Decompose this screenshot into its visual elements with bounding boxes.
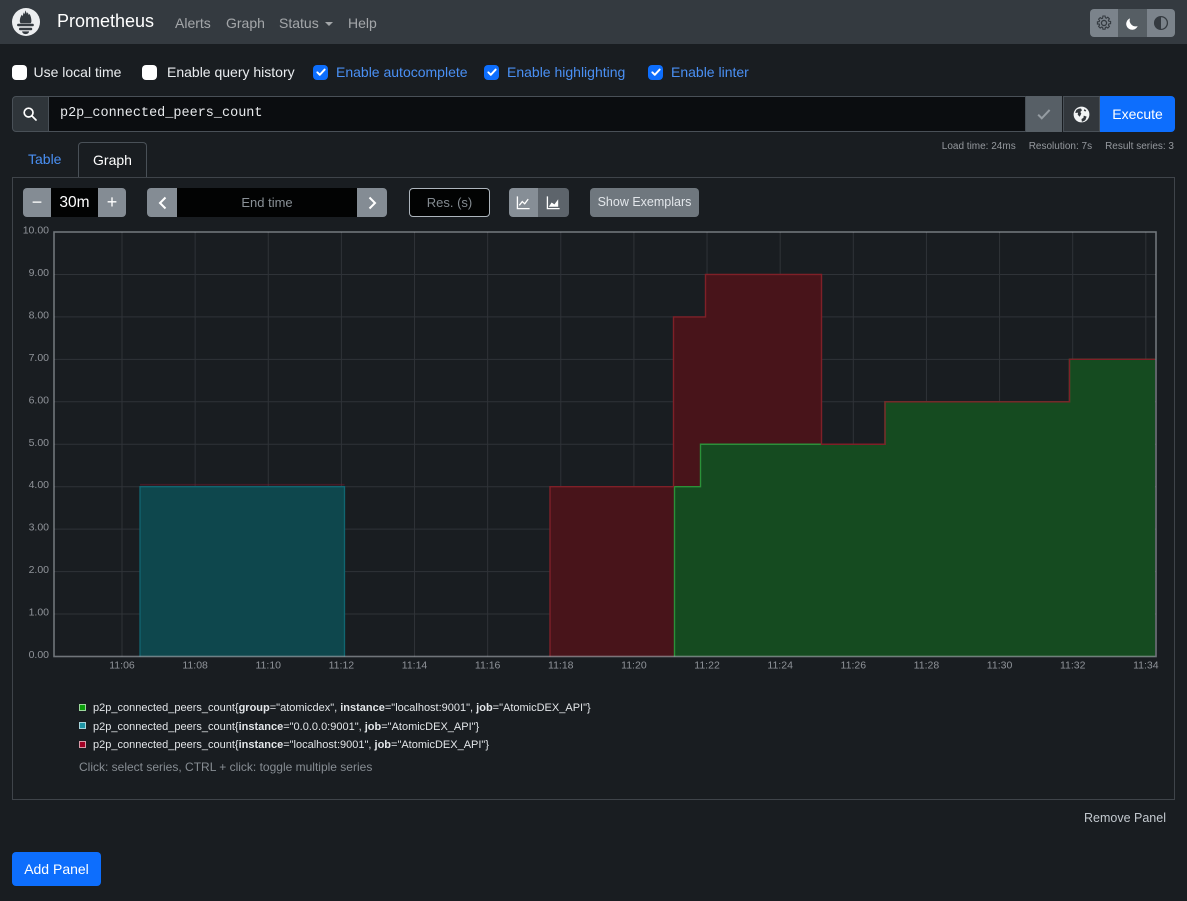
svg-text:10.00: 10.00	[23, 225, 49, 237]
svg-text:11:26: 11:26	[841, 660, 867, 672]
svg-text:11:22: 11:22	[694, 660, 720, 672]
svg-text:6.00: 6.00	[29, 394, 50, 406]
svg-text:11:24: 11:24	[767, 660, 793, 672]
svg-text:11:18: 11:18	[548, 660, 574, 672]
svg-text:11:14: 11:14	[402, 660, 428, 672]
svg-text:9.00: 9.00	[29, 267, 50, 279]
svg-text:11:28: 11:28	[914, 660, 940, 672]
svg-text:4.00: 4.00	[29, 479, 50, 491]
svg-text:11:20: 11:20	[621, 660, 647, 672]
svg-text:11:30: 11:30	[987, 660, 1013, 672]
svg-text:5.00: 5.00	[29, 437, 50, 449]
svg-text:11:10: 11:10	[256, 660, 282, 672]
svg-text:1.00: 1.00	[29, 607, 50, 619]
svg-text:8.00: 8.00	[29, 309, 50, 321]
svg-text:11:16: 11:16	[475, 660, 501, 672]
svg-text:11:32: 11:32	[1060, 660, 1086, 672]
svg-text:11:34: 11:34	[1133, 660, 1159, 672]
svg-text:0.00: 0.00	[29, 649, 50, 661]
svg-text:11:12: 11:12	[329, 660, 355, 672]
svg-text:7.00: 7.00	[29, 352, 50, 364]
svg-text:11:08: 11:08	[182, 660, 208, 672]
svg-text:2.00: 2.00	[29, 564, 50, 576]
svg-text:3.00: 3.00	[29, 522, 50, 534]
svg-text:11:06: 11:06	[109, 660, 135, 672]
